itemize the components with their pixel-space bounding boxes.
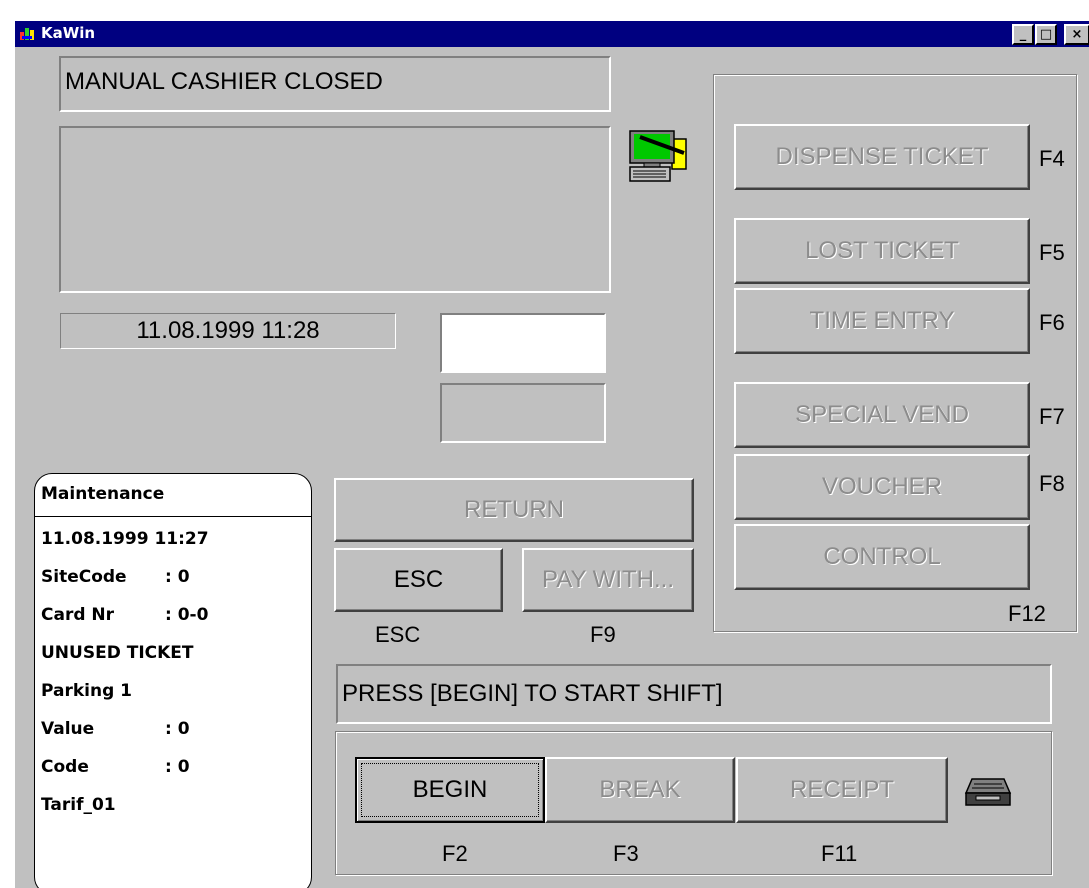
info-key: Parking 1 xyxy=(41,681,133,701)
cashier-status-text: MANUAL CASHIER CLOSED xyxy=(65,68,383,95)
computer-terminal-icon xyxy=(628,129,690,185)
info-key: Card Nr xyxy=(41,605,115,625)
title-bar[interactable]: KaWin _ □ × xyxy=(15,21,1089,47)
control-button[interactable]: CONTROL xyxy=(734,524,1030,590)
datetime-text: 11.08.1999 11:28 xyxy=(136,317,320,344)
begin-label: BEGIN xyxy=(361,763,539,817)
info-panel-header: Maintenance xyxy=(35,474,311,517)
info-key: SiteCode xyxy=(41,567,127,587)
info-panel-title: Maintenance xyxy=(41,484,165,504)
info-line-value: Value : 0 xyxy=(41,719,190,739)
info-line-cardnr: Card Nr : 0-0 xyxy=(41,605,208,625)
dispense-ticket-label: DISPENSE TICKET xyxy=(775,143,989,170)
special-vend-label: SPECIAL VEND xyxy=(795,401,969,428)
info-key: Tarif_01 xyxy=(41,795,116,815)
time-entry-button[interactable]: TIME ENTRY xyxy=(734,288,1030,354)
main-window: KaWin _ □ × MANUAL CASHIER CLOSED 11.08.… xyxy=(14,20,1089,888)
pay-with-button[interactable]: PAY WITH... xyxy=(522,548,694,612)
voucher-key: F8 xyxy=(1039,471,1065,496)
lost-ticket-button[interactable]: LOST TICKET xyxy=(734,218,1030,284)
time-entry-key: F6 xyxy=(1039,310,1065,335)
info-key: Code xyxy=(41,757,89,777)
break-key: F3 xyxy=(613,841,639,866)
lost-ticket-key: F5 xyxy=(1039,240,1065,265)
info-value: : 0 xyxy=(165,567,190,587)
esc-button[interactable]: ESC xyxy=(334,548,503,612)
time-entry-label: TIME ENTRY xyxy=(809,307,955,334)
info-line-parking: Parking 1 xyxy=(41,681,132,701)
receipt-key: F11 xyxy=(821,841,858,866)
info-value: : 0-0 xyxy=(165,605,209,625)
close-icon: × xyxy=(1071,27,1083,42)
maximize-icon: □ xyxy=(1039,27,1053,42)
return-label: RETURN xyxy=(464,496,564,523)
receipt-button[interactable]: RECEIPT xyxy=(736,757,948,823)
maintenance-info-panel: Maintenance 11.08.1999 11:27 SiteCode : 0… xyxy=(34,473,312,888)
return-button[interactable]: RETURN xyxy=(334,478,694,542)
close-button[interactable]: × xyxy=(1064,24,1089,45)
lost-ticket-label: LOST TICKET xyxy=(805,237,959,264)
display-area xyxy=(59,126,611,293)
info-value: : 0 xyxy=(165,719,190,739)
pay-with-key: F9 xyxy=(590,622,616,647)
prompt-text: PRESS [BEGIN] TO START SHIFT] xyxy=(342,680,723,707)
receipt-label: RECEIPT xyxy=(789,776,894,803)
dispense-ticket-button[interactable]: DISPENSE TICKET xyxy=(734,124,1030,190)
voucher-label: VOUCHER xyxy=(821,473,942,500)
kawin-app-icon xyxy=(19,26,37,42)
datetime-field: 11.08.1999 11:28 xyxy=(60,313,396,349)
amount-input[interactable] xyxy=(440,313,606,373)
begin-key: F2 xyxy=(442,841,468,866)
info-key: Value xyxy=(41,719,95,739)
cashier-status-field: MANUAL CASHIER CLOSED xyxy=(59,56,611,112)
info-line-code: Code : 0 xyxy=(41,757,190,777)
window-title: KaWin xyxy=(41,24,96,42)
info-line-ticket-status: UNUSED TICKET xyxy=(41,643,194,663)
begin-button[interactable]: BEGIN xyxy=(355,757,545,823)
dispense-ticket-key: F4 xyxy=(1039,146,1065,171)
info-key: UNUSED TICKET xyxy=(41,643,194,663)
maximize-button[interactable]: □ xyxy=(1035,24,1057,45)
special-vend-key: F7 xyxy=(1039,404,1065,429)
info-line-tarif: Tarif_01 xyxy=(41,795,116,815)
info-value: : 0 xyxy=(165,757,190,777)
prompt-field: PRESS [BEGIN] TO START SHIFT] xyxy=(336,664,1052,724)
control-key: F12 xyxy=(1008,601,1046,626)
info-line-sitecode: SiteCode : 0 xyxy=(41,567,190,587)
receipt-printer-icon xyxy=(964,775,1012,809)
minimize-icon: _ xyxy=(1019,27,1027,42)
amount-display xyxy=(440,383,606,443)
break-button[interactable]: BREAK xyxy=(545,757,735,823)
pay-with-label: PAY WITH... xyxy=(541,566,674,593)
minimize-button[interactable]: _ xyxy=(1012,24,1034,45)
info-datetime: 11.08.1999 11:27 xyxy=(41,529,209,549)
esc-key: ESC xyxy=(375,622,421,647)
esc-label: ESC xyxy=(393,566,444,593)
special-vend-button[interactable]: SPECIAL VEND xyxy=(734,382,1030,448)
voucher-button[interactable]: VOUCHER xyxy=(734,454,1030,520)
break-label: BREAK xyxy=(599,776,681,803)
control-label: CONTROL xyxy=(823,543,941,570)
